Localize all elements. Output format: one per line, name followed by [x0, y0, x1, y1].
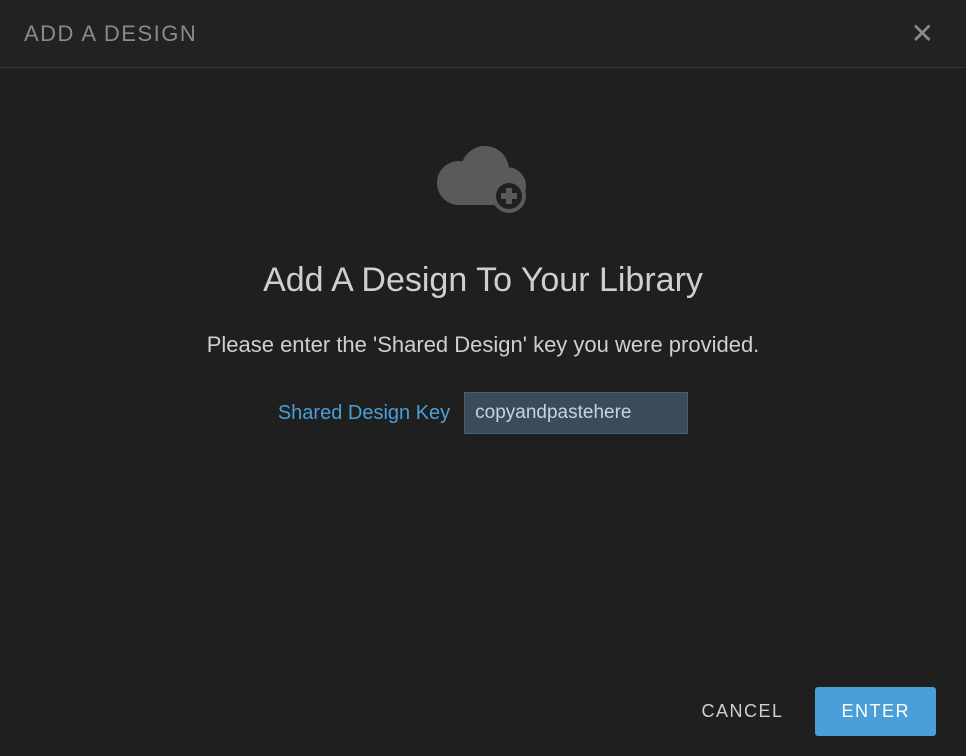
cancel-button[interactable]: CANCEL — [693, 687, 791, 736]
body-heading: Add A Design To Your Library — [263, 261, 703, 300]
design-key-input[interactable] — [464, 392, 688, 434]
modal-footer: CANCEL ENTER — [0, 666, 966, 756]
modal-header: ADD A DESIGN ✕ — [0, 0, 966, 68]
body-instruction: Please enter the 'Shared Design' key you… — [207, 332, 760, 358]
cloud-add-icon — [437, 138, 529, 221]
add-design-modal: ADD A DESIGN ✕ Add A Design To Your Libr… — [0, 0, 966, 756]
enter-button[interactable]: ENTER — [815, 687, 936, 736]
modal-body: Add A Design To Your Library Please ente… — [0, 68, 966, 666]
design-key-label: Shared Design Key — [278, 402, 450, 425]
input-row: Shared Design Key — [278, 392, 688, 434]
modal-title: ADD A DESIGN — [24, 21, 197, 47]
close-icon: ✕ — [911, 18, 934, 49]
close-button[interactable]: ✕ — [903, 16, 942, 52]
